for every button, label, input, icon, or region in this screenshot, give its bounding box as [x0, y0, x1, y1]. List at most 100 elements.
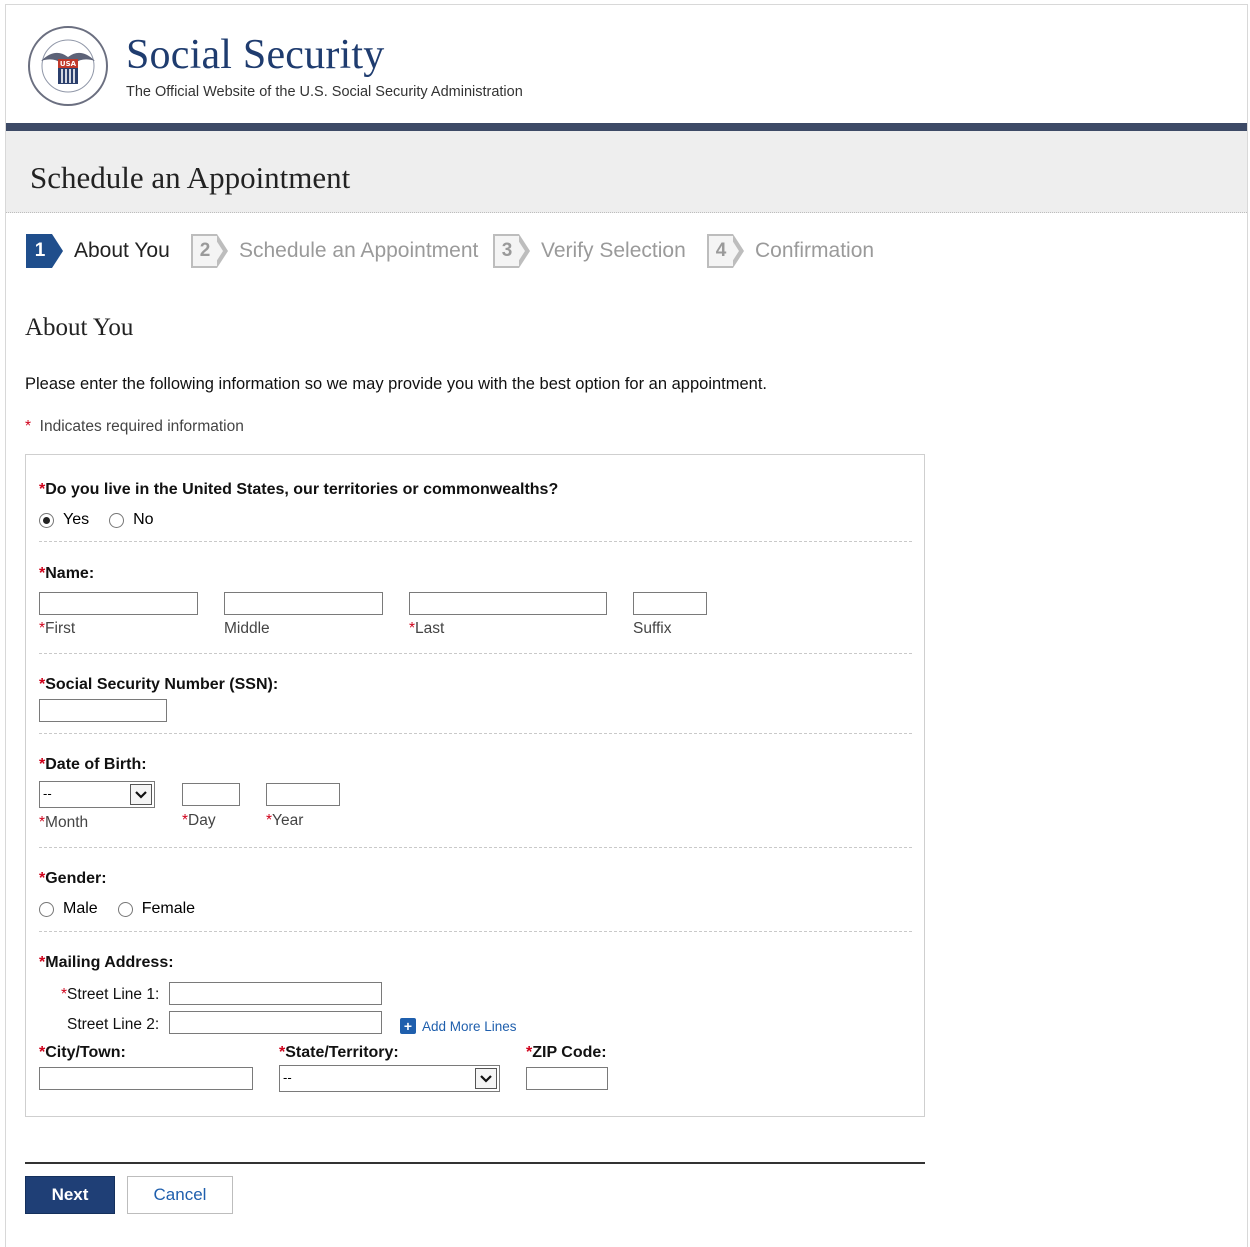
residence-question: *Do you live in the United States, our t…	[39, 481, 912, 529]
middle-name-input[interactable]	[224, 592, 383, 615]
gender-section: *Gender: Male Female	[39, 870, 912, 918]
suffix-input[interactable]	[633, 592, 707, 615]
step-label: Confirmation	[755, 239, 875, 262]
section-divider	[39, 733, 912, 734]
required-note: * Indicates required information	[25, 418, 244, 436]
section-divider	[39, 931, 912, 932]
last-name-input[interactable]	[409, 592, 607, 615]
residence-yes-radio[interactable]	[39, 512, 54, 528]
zip-text: ZIP Code:	[532, 1044, 607, 1061]
month-label: Month	[45, 814, 89, 831]
state-label: *State/Territory:	[279, 1044, 399, 1062]
step-label: About You	[74, 239, 170, 262]
state-text: State/Territory:	[285, 1044, 399, 1061]
dob-month-sublabel: *Month	[39, 814, 88, 832]
section-title: About You	[25, 314, 134, 341]
address-section: *Mailing Address:	[39, 954, 912, 972]
chevron-down-icon[interactable]	[475, 1068, 497, 1089]
gender-female-radio[interactable]	[117, 901, 133, 917]
residence-no-option[interactable]: No	[109, 511, 154, 529]
street2-label: Street Line 2:	[67, 1016, 160, 1033]
next-button[interactable]: Next	[25, 1176, 115, 1214]
step-arrow-icon	[730, 234, 744, 268]
page-title-bar: Schedule an Appointment	[6, 131, 1247, 213]
step-label: Schedule an Appointment	[239, 239, 479, 262]
required-marker: *	[25, 418, 32, 435]
step-schedule: 2 Schedule an Appointment	[191, 231, 478, 271]
ssn-section: *Social Security Number (SSN):	[39, 676, 912, 694]
section-divider	[39, 653, 912, 654]
dob-section: *Date of Birth:	[39, 756, 912, 774]
step-arrow-icon	[52, 234, 63, 268]
chevron-down-icon[interactable]	[130, 784, 152, 805]
street1-input[interactable]	[169, 982, 382, 1005]
gender-female-option[interactable]: Female	[117, 900, 196, 918]
site-title[interactable]: Social Security	[126, 31, 384, 79]
dob-month-select[interactable]: --	[39, 781, 155, 808]
dob-month-value: --	[43, 786, 52, 801]
city-label: *City/Town:	[39, 1044, 126, 1062]
residence-yes-option[interactable]: Yes	[39, 511, 89, 529]
first-name-input[interactable]	[39, 592, 198, 615]
add-more-lines-link[interactable]: + Add More Lines	[400, 1018, 517, 1034]
dob-year-input[interactable]	[266, 783, 340, 806]
required-note-text: Indicates required information	[39, 418, 244, 435]
step-verify: 3 Verify Selection	[493, 231, 686, 271]
gender-female-label: Female	[141, 900, 196, 917]
gender-male-radio[interactable]	[39, 901, 54, 917]
dob-label: Date of Birth:	[45, 756, 147, 773]
section-divider	[39, 541, 912, 542]
intro-text: Please enter the following information s…	[25, 375, 768, 393]
ssn-input[interactable]	[39, 699, 167, 722]
step-arrow-icon	[516, 234, 530, 268]
cancel-button[interactable]: Cancel	[127, 1176, 233, 1214]
name-label: Name:	[45, 565, 95, 582]
residence-no-label: No	[133, 511, 154, 528]
about-you-form: *Do you live in the United States, our t…	[25, 454, 925, 1117]
ssn-label: Social Security Number (SSN):	[45, 676, 279, 693]
page-frame: USA Social Security The Official Website…	[5, 4, 1248, 1247]
residence-yes-label: Yes	[63, 511, 90, 528]
step-label: Verify Selection	[541, 239, 686, 262]
gender-label: Gender:	[45, 870, 107, 887]
year-label: Year	[272, 812, 304, 829]
zip-input[interactable]	[526, 1067, 608, 1090]
name-section: *Name:	[39, 565, 912, 583]
address-label: Mailing Address:	[45, 954, 174, 971]
site-tagline: The Official Website of the U.S. Social …	[126, 84, 523, 100]
last-label: Last	[415, 620, 445, 637]
ssa-seal-logo[interactable]: USA	[27, 25, 109, 107]
site-header: USA Social Security The Official Website…	[6, 5, 1247, 123]
city-text: City/Town:	[45, 1044, 126, 1061]
first-label: First	[45, 620, 76, 637]
form-bottom-divider	[25, 1162, 925, 1164]
step-arrow-icon	[214, 234, 228, 268]
last-name-sublabel: *Last	[409, 620, 444, 638]
plus-icon[interactable]: +	[400, 1018, 416, 1034]
suffix-sublabel: Suffix	[633, 620, 672, 637]
street1-label: *Street Line 1:	[61, 986, 159, 1004]
day-label: Day	[188, 812, 216, 829]
residence-no-radio[interactable]	[109, 512, 125, 528]
middle-name-sublabel: Middle	[224, 620, 270, 637]
gender-male-option[interactable]: Male	[39, 900, 98, 918]
step-number: 1	[26, 234, 52, 268]
first-name-sublabel: *First	[39, 620, 75, 638]
dob-day-input[interactable]	[182, 783, 240, 806]
residence-label: Do you live in the United States, our te…	[45, 481, 559, 498]
dob-day-sublabel: *Day	[182, 812, 216, 830]
step-about-you: 1 About You	[26, 231, 170, 271]
state-value: --	[283, 1070, 292, 1085]
city-input[interactable]	[39, 1067, 253, 1090]
svg-text:USA: USA	[60, 60, 77, 68]
dob-year-sublabel: *Year	[266, 812, 303, 830]
gender-male-label: Male	[63, 900, 98, 917]
step-confirmation: 4 Confirmation	[707, 231, 874, 271]
zip-label: *ZIP Code:	[526, 1044, 607, 1062]
section-divider	[39, 847, 912, 848]
street2-input[interactable]	[169, 1011, 382, 1034]
state-select[interactable]: --	[279, 1065, 500, 1092]
add-more-lines-label: Add More Lines	[422, 1018, 517, 1034]
header-divider-bar	[6, 123, 1247, 131]
street1-text: Street Line 1:	[67, 986, 160, 1003]
